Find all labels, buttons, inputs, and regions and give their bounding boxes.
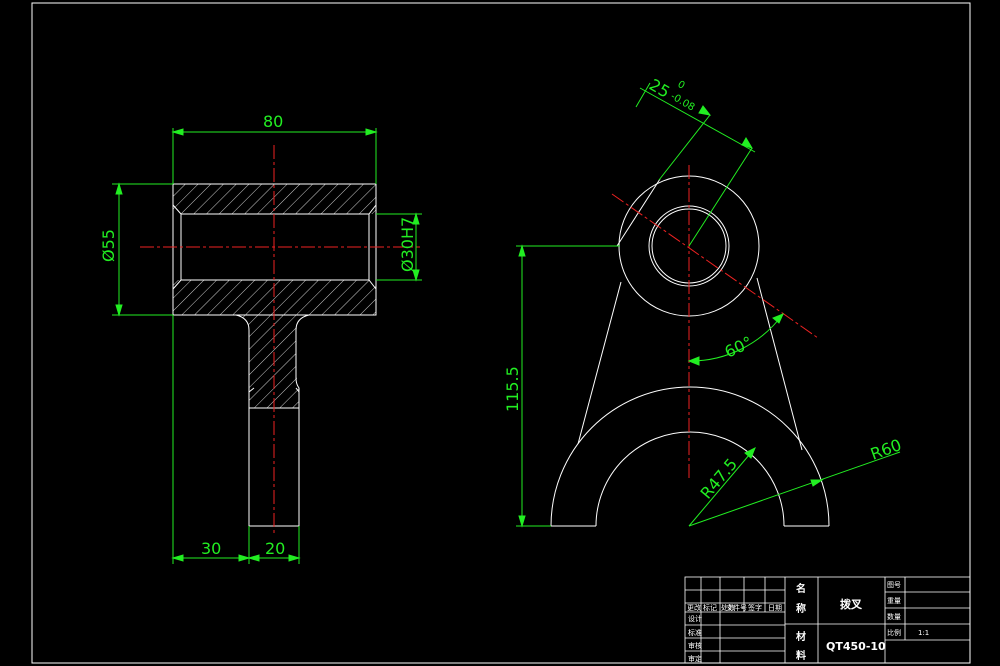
dim-radius-outer: R60: [868, 435, 904, 464]
dim-bore-diameter: Ø30H7: [398, 217, 417, 272]
tb-row-approve: 审定: [688, 654, 702, 663]
tb-row-standard: 标准: [688, 628, 702, 637]
dim-outer-diameter: Ø55: [99, 229, 118, 262]
tb-material: QT450-10: [826, 640, 886, 653]
tb-header-file: 文件号: [726, 603, 747, 612]
tb-part-name: 拨叉: [840, 597, 863, 611]
dim-radius-inner: R47.5: [697, 455, 742, 503]
tb-header-date: 日期: [768, 604, 782, 612]
dim-width-80: 80: [263, 112, 283, 131]
tb-material-label-2: 料: [796, 649, 806, 662]
tb-weight-label: 重量: [887, 597, 901, 605]
tb-header-sign: 签字: [748, 603, 762, 612]
tb-quantity-label: 数量: [887, 612, 901, 621]
tb-name-label-1: 名: [796, 582, 806, 595]
tb-scale-label: 比例: [887, 628, 901, 637]
tb-scale-value: 1:1: [918, 629, 929, 637]
cad-drawing: 80 Ø55 Ø30H7 30 20 25 0 -0.08 115.5 60° …: [31, 2, 971, 664]
dim-height-115: 115.5: [503, 366, 522, 412]
fork-outer-arc: [550, 386, 830, 527]
tb-row-design: 设计: [688, 614, 702, 623]
fork-leg-right: [756, 277, 803, 451]
right-dimensions: [516, 82, 901, 528]
tb-header-change: 更改: [687, 603, 701, 612]
fork-leg-left: [577, 281, 622, 445]
tb-material-label-1: 材: [796, 630, 806, 643]
tb-name-label-2: 称: [796, 602, 806, 615]
dim-angle-60: 60°: [722, 332, 756, 361]
tb-row-review: 审核: [688, 641, 702, 650]
section-hatch-neck: [236, 315, 309, 408]
right-centerlines: [611, 165, 819, 480]
dim-offset-30: 30: [201, 539, 221, 558]
tb-header-mark: 标记: [703, 603, 717, 612]
right-fork-view: [550, 175, 830, 527]
tb-drawing-no-label: 图号: [887, 581, 901, 589]
dim-thickness-25: 25: [646, 75, 673, 102]
dim-tol-lower: -0.08: [669, 91, 697, 113]
dim-tol-upper: 0: [676, 79, 687, 92]
dim-stem-20: 20: [265, 539, 285, 558]
fork-inner-arc: [595, 431, 785, 527]
